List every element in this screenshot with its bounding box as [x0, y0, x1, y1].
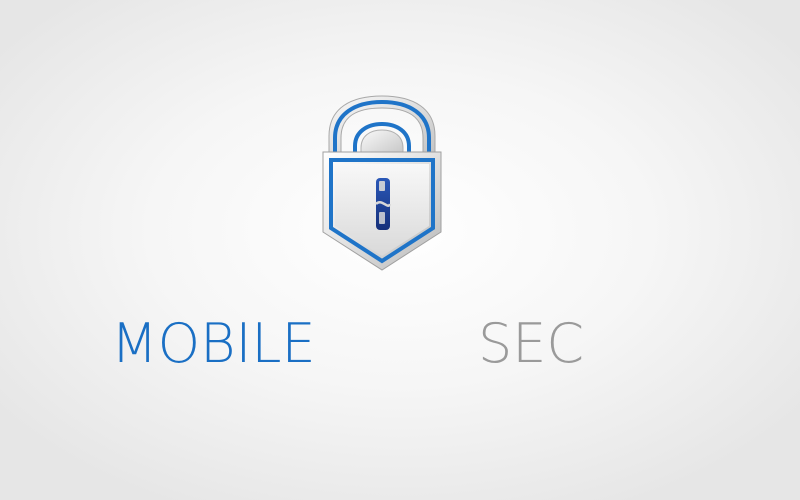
wordmark: MOBILE SEC — [0, 304, 800, 384]
keyhole-icon — [375, 178, 392, 230]
padlock-shield-icon — [322, 95, 442, 271]
wordmark-sec: SEC — [478, 312, 585, 375]
wordmark-mobile: MOBILE — [111, 312, 316, 375]
mobilesec-logo — [317, 94, 447, 274]
